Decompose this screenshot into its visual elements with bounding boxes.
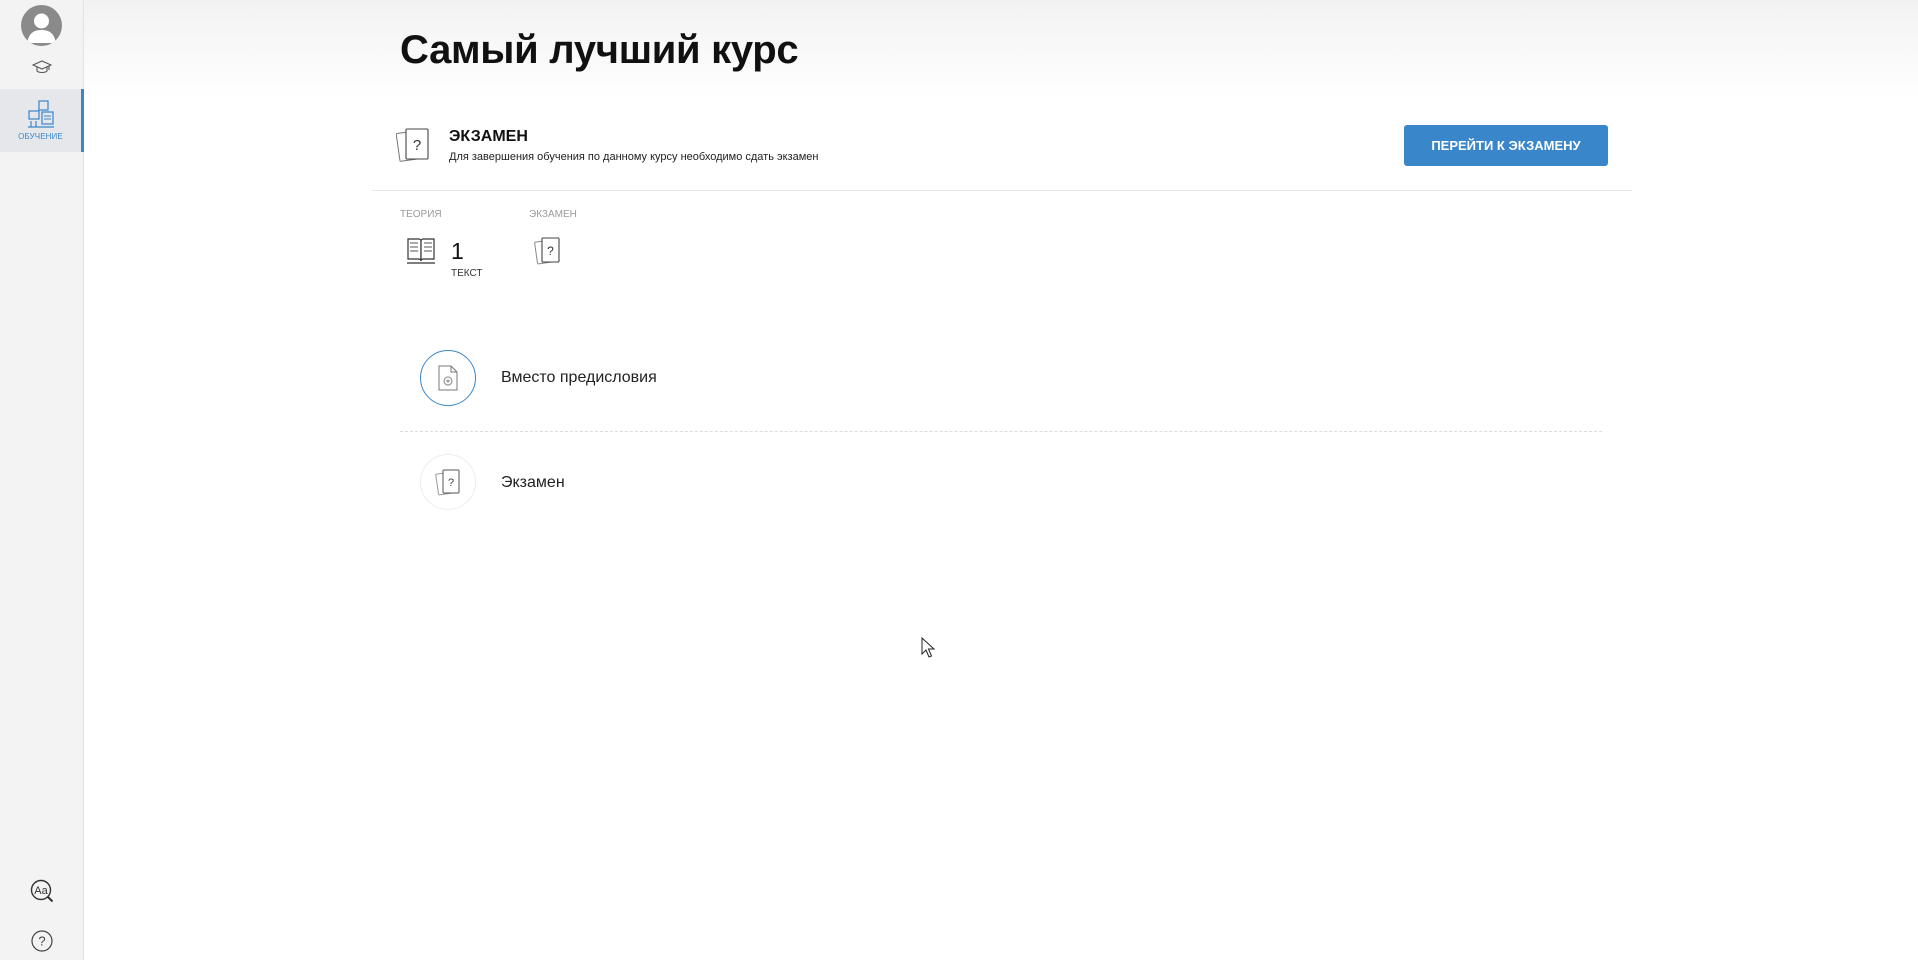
exam-cards-icon: ? xyxy=(435,469,460,496)
help-icon[interactable]: ? xyxy=(31,930,53,952)
svg-text:?: ? xyxy=(547,244,554,258)
lesson-title: Вместо предисловия xyxy=(501,369,657,386)
sidebar-item-learning[interactable]: ОБУЧЕНИЕ xyxy=(0,89,84,152)
theory-count: 1 xyxy=(451,238,464,264)
svg-text:?: ? xyxy=(38,934,45,949)
lesson-status-circle: ? xyxy=(420,454,476,510)
mouse-cursor-icon xyxy=(921,637,935,658)
svg-text:Aa: Aa xyxy=(34,885,48,897)
page-header xyxy=(84,0,1918,98)
font-size-icon[interactable]: Aa xyxy=(30,879,54,903)
sidebar: ОБУЧЕНИЕ Aa ? xyxy=(0,0,84,960)
learning-icon xyxy=(28,100,54,128)
exam-label: ЭКЗАМЕН xyxy=(529,209,577,220)
go-to-exam-button[interactable]: ПЕРЕЙТИ К ЭКЗАМЕНУ xyxy=(1404,125,1608,166)
exam-cards-icon: ? xyxy=(534,237,560,265)
graduation-cap-icon[interactable] xyxy=(32,60,52,76)
lesson-status-circle xyxy=(420,350,476,406)
lesson-title: Экзамен xyxy=(501,474,565,491)
document-icon xyxy=(438,365,458,391)
exam-banner-description: Для завершения обучения по данному курсу… xyxy=(449,151,819,163)
theory-unit: ТЕКСТ xyxy=(451,268,483,279)
exam-banner: ? ЭКЗАМЕН Для завершения обучения по дан… xyxy=(372,120,1632,191)
lesson-item[interactable]: Вместо предисловия xyxy=(400,326,1602,431)
svg-text:?: ? xyxy=(413,137,421,154)
exam-cards-icon: ? xyxy=(396,128,429,162)
user-avatar[interactable] xyxy=(21,5,62,46)
exam-banner-title: ЭКЗАМЕН xyxy=(449,128,528,145)
sidebar-item-label: ОБУЧЕНИЕ xyxy=(18,132,63,141)
book-icon xyxy=(407,238,435,264)
avatar-silhouette-icon xyxy=(27,13,56,43)
svg-text:?: ? xyxy=(448,477,454,489)
theory-label: ТЕОРИЯ xyxy=(400,209,442,220)
lesson-item[interactable]: ? Экзамен xyxy=(400,432,1602,537)
page-title: Самый лучший курс xyxy=(400,28,799,72)
